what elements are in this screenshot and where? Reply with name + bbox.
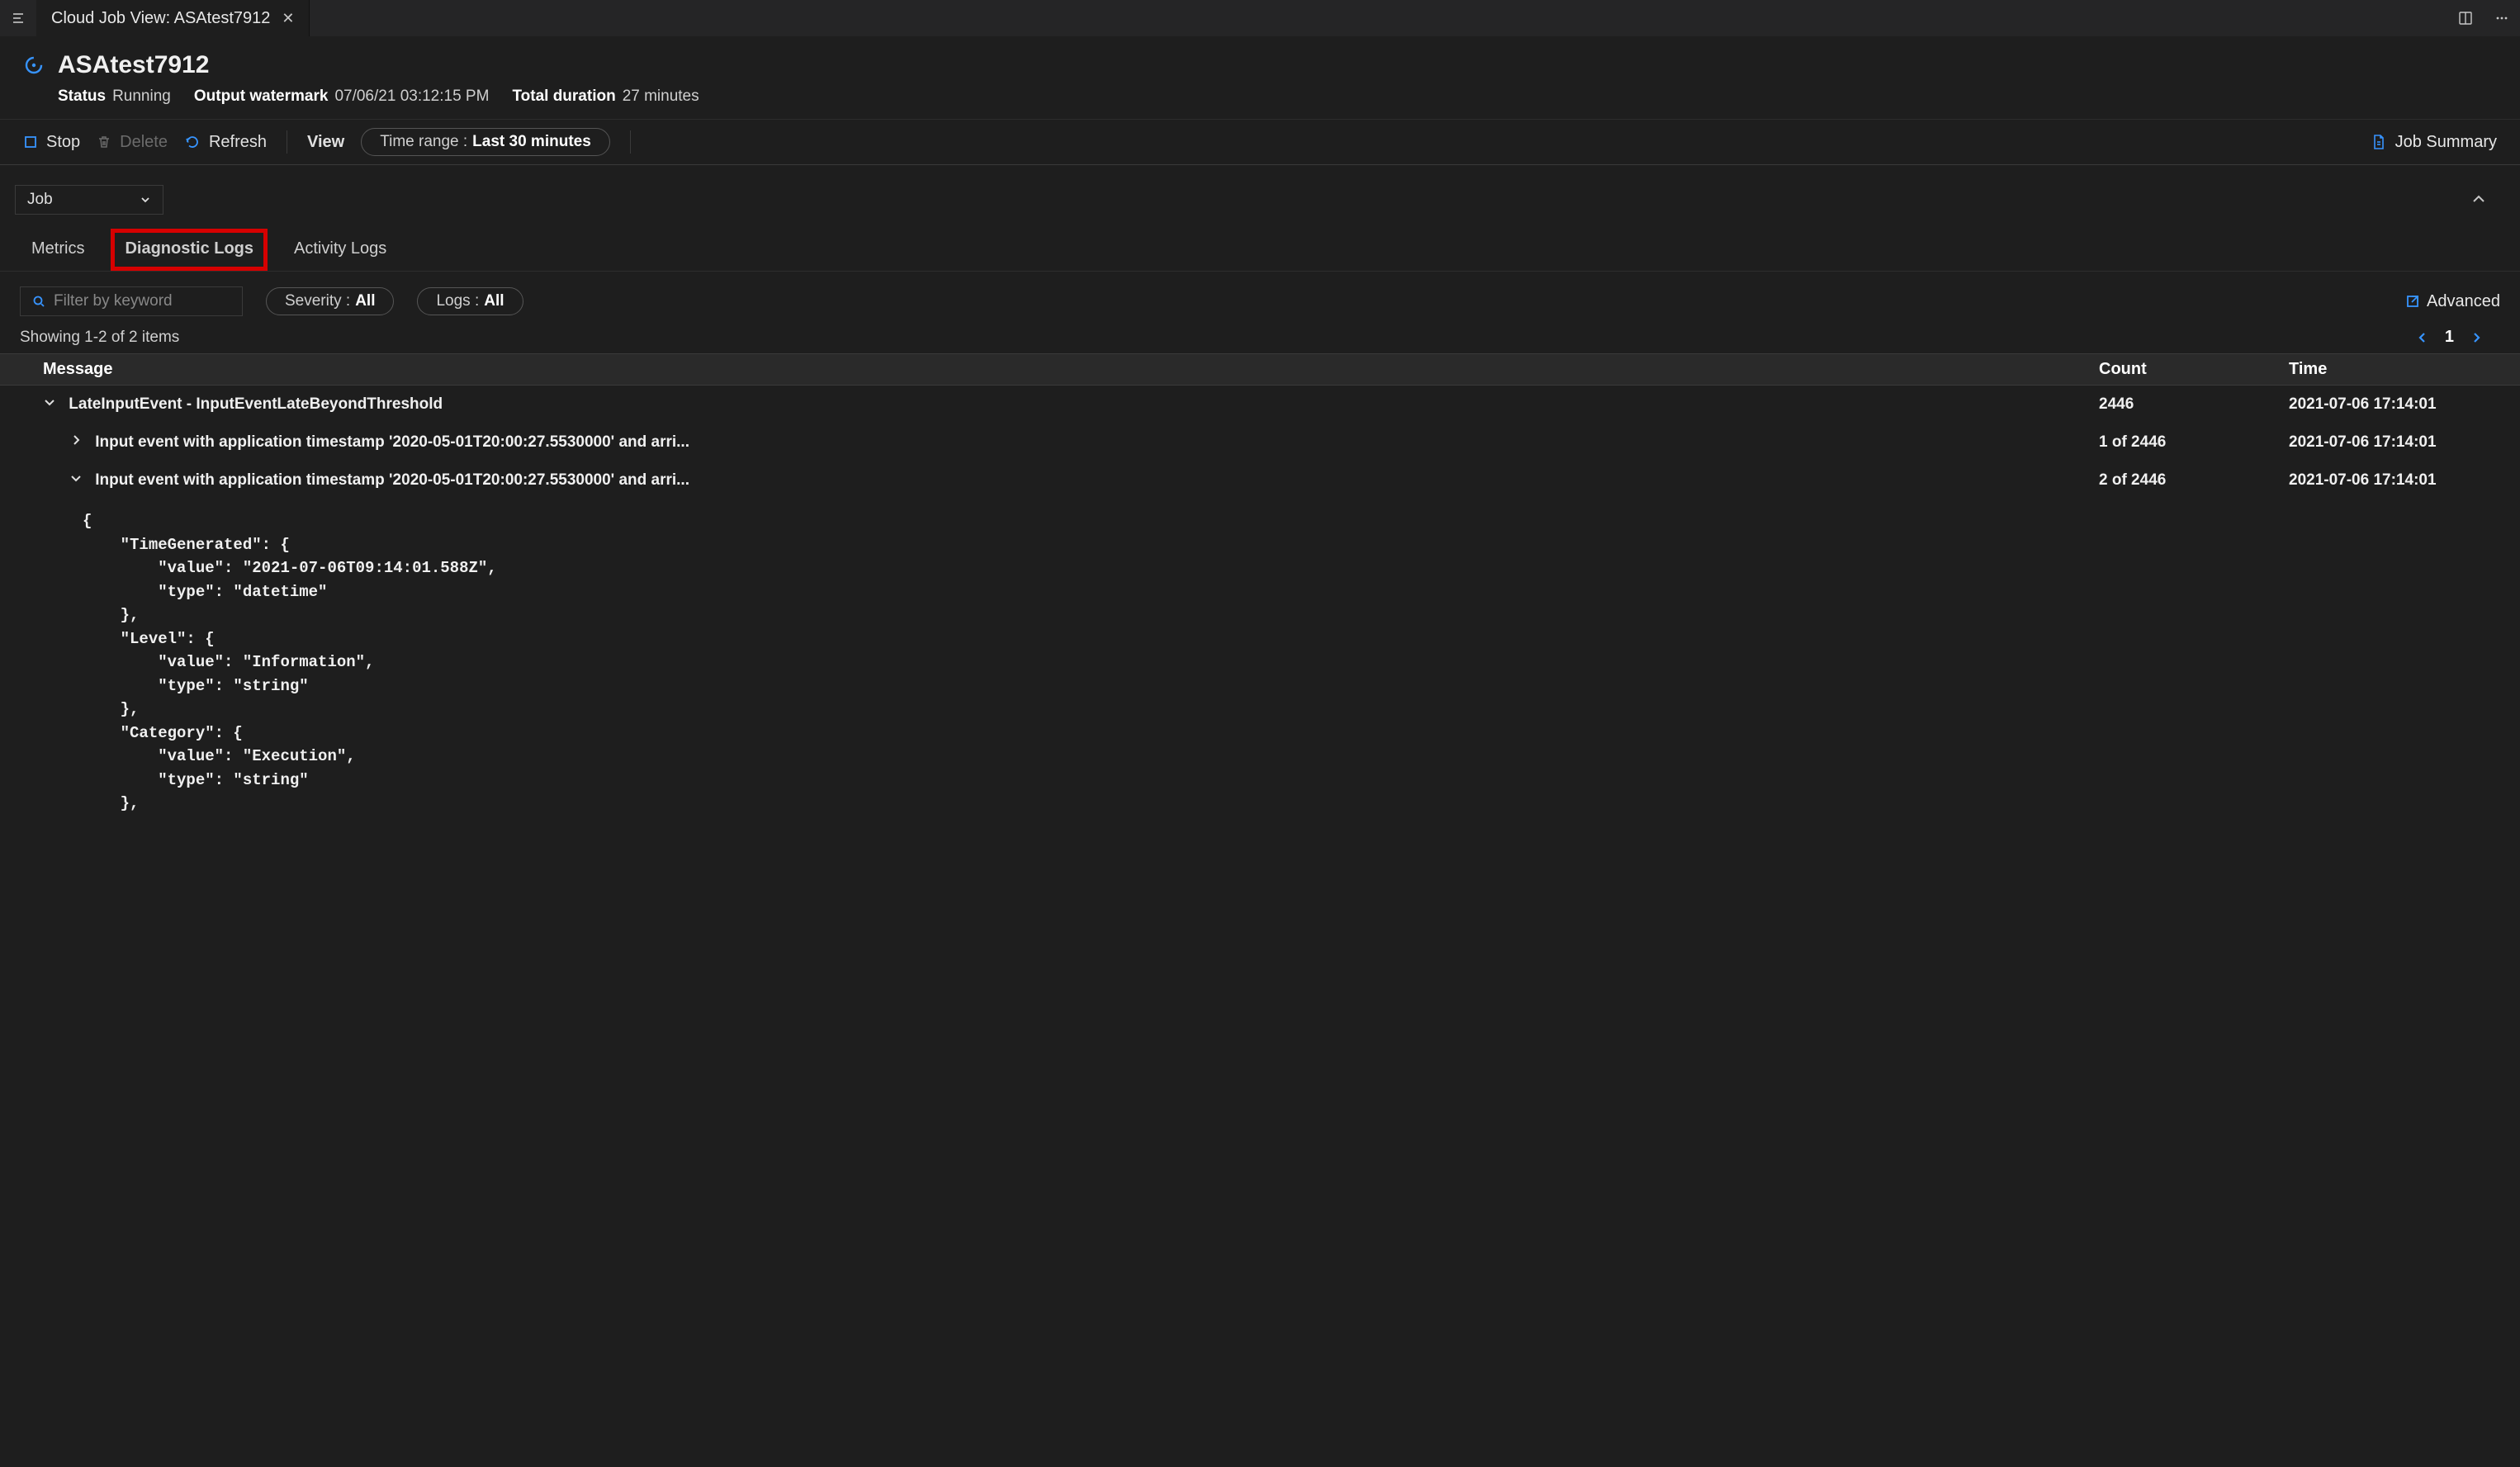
search-icon [32,295,45,308]
results-count: Showing 1-2 of 2 items [20,329,179,347]
prev-page-icon[interactable] [2417,332,2428,343]
time-range-picker[interactable]: Time range : Last 30 minutes [361,128,610,156]
row-time: 2021-07-06 17:14:01 [2289,471,2520,490]
row-message: Input event with application timestamp '… [95,433,689,451]
editor-tab-cloud-job-view[interactable]: Cloud Job View: ASAtest7912 ✕ [36,0,310,36]
advanced-label: Advanced [2427,292,2500,311]
filter-bar: Severity : All Logs : All Advanced [0,272,2520,323]
more-actions-icon[interactable] [2484,0,2520,36]
table-row[interactable]: LateInputEvent - InputEventLateBeyondThr… [0,386,2520,424]
job-summary-link[interactable]: Job Summary [2371,133,2497,152]
delete-button: Delete [97,133,168,152]
row-count: 2446 [2099,395,2289,414]
scope-value: Job [27,191,53,209]
search-box[interactable] [20,286,243,316]
logs-filter[interactable]: Logs : All [417,287,523,315]
job-stats: Status Running Output watermark 07/06/21 0… [23,88,2497,106]
log-view-tabs: Metrics Diagnostic Logs Activity Logs [0,221,2520,272]
delete-label: Delete [120,133,168,152]
refresh-label: Refresh [209,133,267,152]
table-row[interactable]: Input event with application timestamp '… [0,461,2520,499]
job-title: ASAtest7912 [58,51,209,79]
search-input[interactable] [54,292,230,310]
severity-label: Severity : [285,292,350,310]
col-header-time[interactable]: Time [2289,360,2520,379]
logs-filter-value: All [484,292,504,310]
collapse-panel-icon[interactable] [2470,192,2505,208]
split-editor-icon[interactable] [2447,0,2484,36]
duration-value: 27 minutes [623,88,699,105]
row-time: 2021-07-06 17:14:01 [2289,433,2520,452]
refresh-button[interactable]: Refresh [184,133,267,152]
duration-label: Total duration [512,88,615,105]
scope-bar: Job [0,165,2520,221]
severity-value: All [355,292,375,310]
time-range-label: Time range : [380,133,467,151]
job-toolbar: Stop Delete Refresh View Time range : La… [0,120,2520,165]
row-message: Input event with application timestamp '… [95,471,689,489]
chevron-down-icon [140,194,151,206]
table-header: Message Count Time [0,353,2520,386]
tab-metrics[interactable]: Metrics [26,233,89,271]
tab-diagnostic-logs[interactable]: Diagnostic Logs [111,229,268,271]
current-page: 1 [2445,328,2454,347]
status-label: Status [58,88,106,105]
pager: 1 [2417,328,2500,347]
editor-tab-label: Cloud Job View: ASAtest7912 [51,9,270,28]
editor-tabstrip: Cloud Job View: ASAtest7912 ✕ [0,0,2520,36]
document-icon [2371,134,2387,150]
chevron-down-icon[interactable] [43,395,64,409]
job-header: ASAtest7912 Status Running Output waterma… [0,36,2520,120]
advanced-link[interactable]: Advanced [2405,292,2500,311]
log-json-detail: { "TimeGenerated": { "value": "2021-07-0… [0,499,2520,826]
chevron-right-icon[interactable] [69,433,91,447]
time-range-value: Last 30 minutes [472,133,591,151]
row-time: 2021-07-06 17:14:01 [2289,395,2520,414]
next-page-icon[interactable] [2470,332,2482,343]
row-count: 1 of 2446 [2099,433,2289,452]
row-count: 2 of 2446 [2099,471,2289,490]
close-icon[interactable]: ✕ [282,10,294,27]
table-row[interactable]: Input event with application timestamp '… [0,424,2520,461]
watermark-label: Output watermark [194,88,329,105]
severity-filter[interactable]: Severity : All [266,287,394,315]
col-header-message[interactable]: Message [0,360,2099,379]
scope-select[interactable]: Job [15,185,163,215]
toolbar-divider [630,130,631,154]
stream-analytics-icon [23,54,45,76]
chevron-down-icon[interactable] [69,471,91,485]
logs-filter-label: Logs : [436,292,479,310]
stop-label: Stop [46,133,80,152]
results-status-row: Showing 1-2 of 2 items 1 [0,323,2520,353]
view-label: View [307,133,344,152]
watermark-value: 07/06/21 03:12:15 PM [334,88,489,105]
tab-activity-logs[interactable]: Activity Logs [289,233,391,271]
status-value: Running [112,88,171,105]
job-summary-label: Job Summary [2395,133,2497,152]
open-external-icon [2405,294,2420,309]
stop-button[interactable]: Stop [23,133,80,152]
row-message: LateInputEvent - InputEventLateBeyondThr… [69,395,443,413]
log-table: Message Count Time LateInputEvent - Inpu… [0,353,2520,1467]
col-header-count[interactable]: Count [2099,360,2289,379]
sidebar-toggle-icon[interactable] [0,0,36,36]
